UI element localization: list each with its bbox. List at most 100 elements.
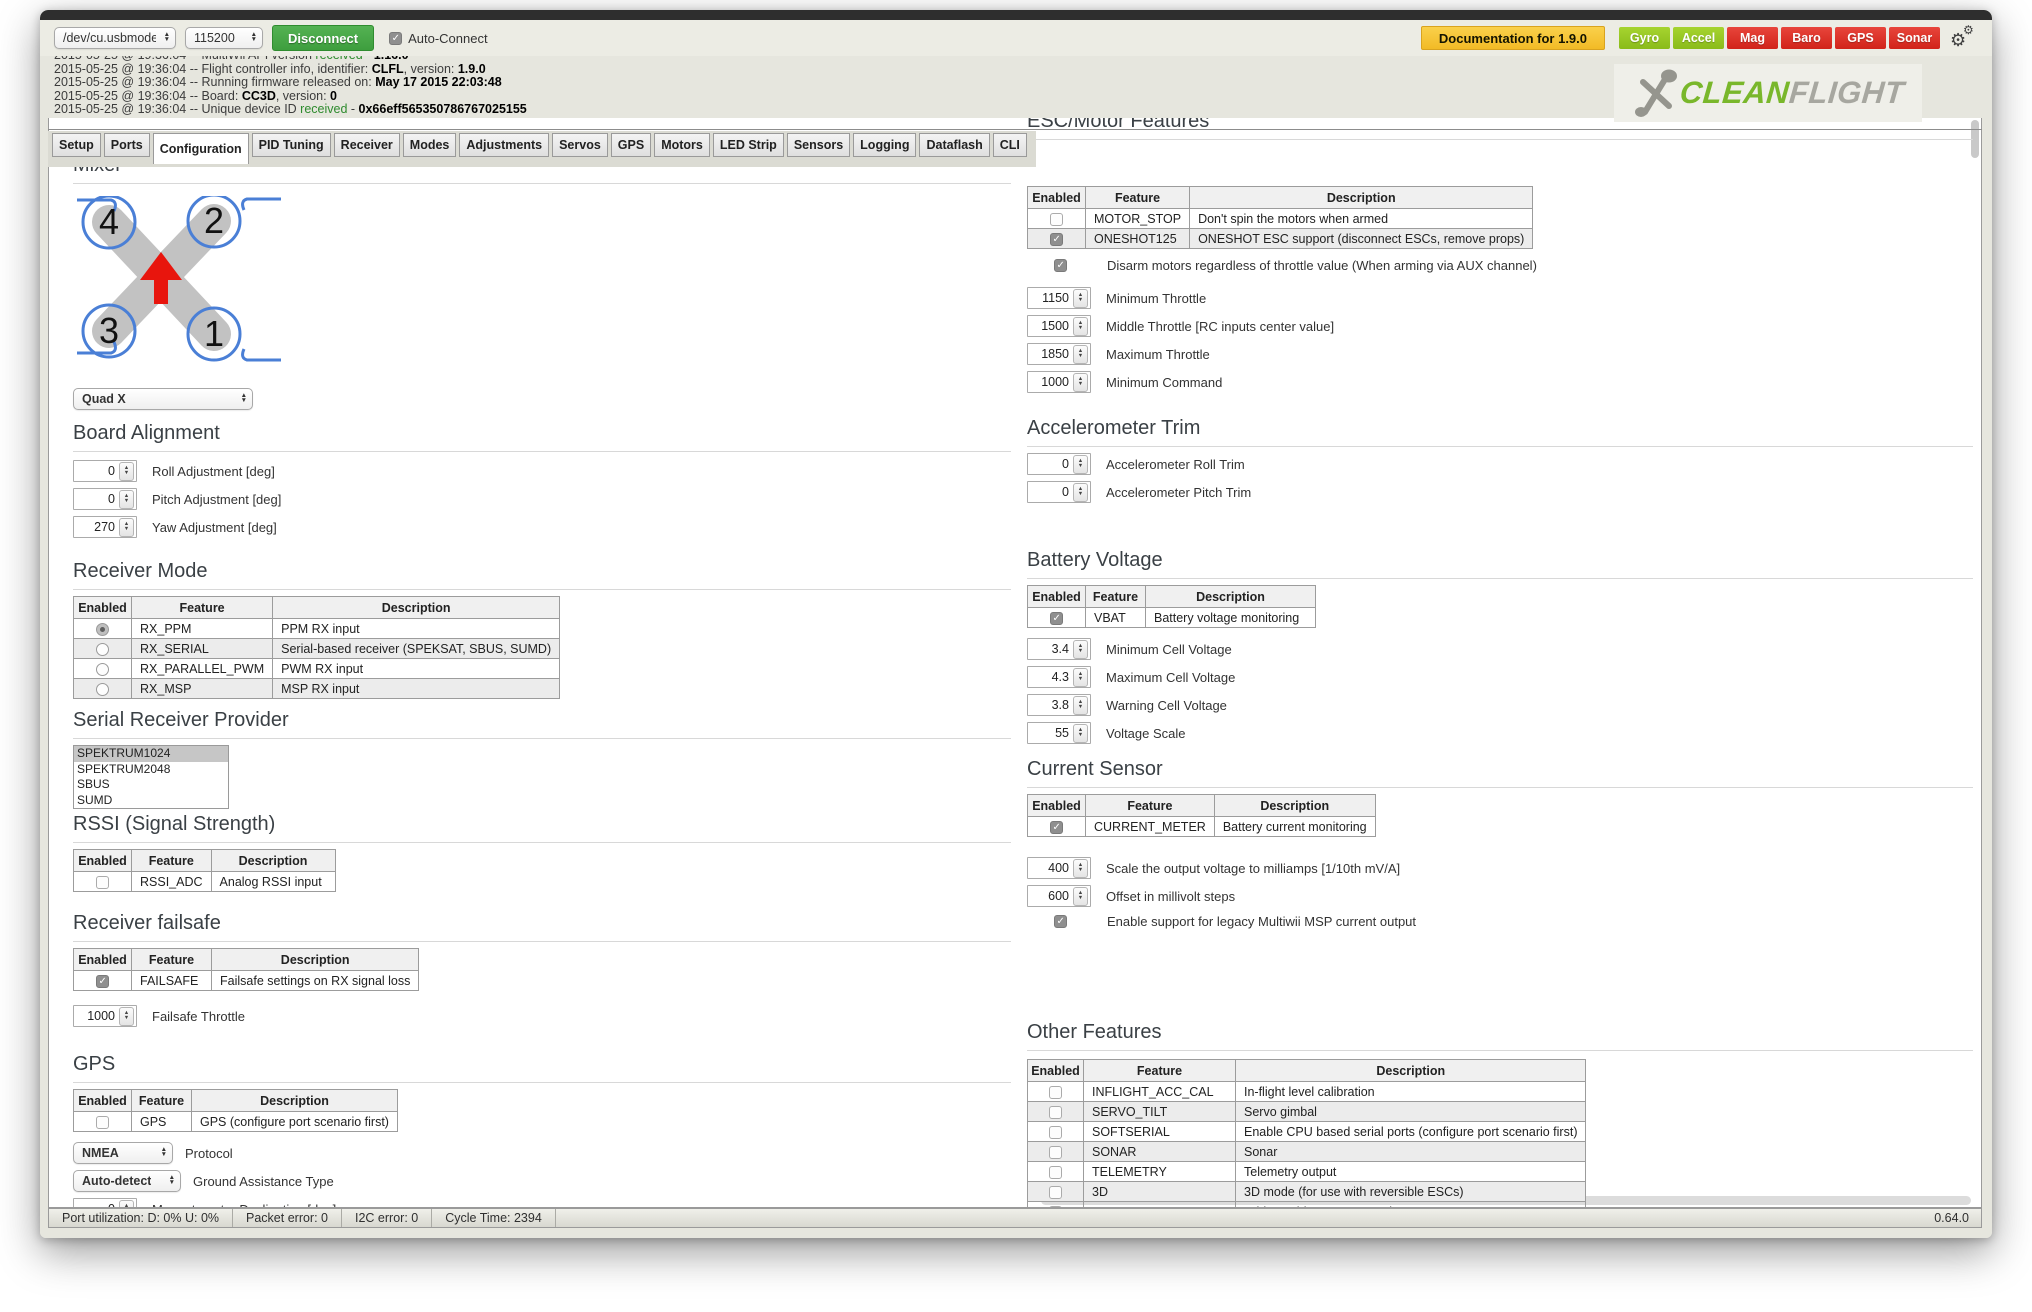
number-input[interactable]: 3.8▲▼: [1027, 694, 1091, 716]
stepper-control[interactable]: ▲▼: [1073, 859, 1088, 878]
listbox-option-sbus[interactable]: SBUS: [74, 777, 228, 793]
number-input[interactable]: 1150▲▼: [1027, 287, 1091, 309]
number-input[interactable]: 0▲▼: [1027, 481, 1091, 503]
checkbox-telemetry[interactable]: [1049, 1166, 1062, 1179]
checkbox-3d[interactable]: [1049, 1186, 1062, 1199]
stepper-control[interactable]: ▲▼: [1073, 724, 1088, 743]
tab-dataflash[interactable]: Dataflash: [919, 133, 989, 157]
number-input[interactable]: 55▲▼: [1027, 722, 1091, 744]
feature-cell: RX_MSP: [132, 679, 273, 699]
radio-rx_serial[interactable]: [96, 643, 109, 656]
tab-sensors[interactable]: Sensors: [787, 133, 850, 157]
number-value: 3.8: [1032, 698, 1073, 712]
number-input[interactable]: 0▲▼: [73, 460, 137, 482]
table-row: SERVO_TILTServo gimbal: [1028, 1102, 1586, 1122]
tab-adjustments[interactable]: Adjustments: [459, 133, 549, 157]
number-input[interactable]: 270▲▼: [73, 516, 137, 538]
description-cell: Analog RSSI input: [211, 872, 335, 892]
disarm-motors-checkbox[interactable]: [1054, 259, 1067, 272]
right-column: ESC/Motor Features EnabledFeatureDescrip…: [1027, 118, 1973, 1208]
gps-ground-assistance-select[interactable]: Auto-detect ▲▼: [73, 1170, 181, 1192]
tab-led-strip[interactable]: LED Strip: [713, 133, 784, 157]
stepper-control[interactable]: ▲▼: [1073, 887, 1088, 906]
number-input[interactable]: 4.3▲▼: [1027, 666, 1091, 688]
disconnect-button[interactable]: Disconnect: [272, 25, 374, 51]
number-input[interactable]: 0▲▼: [1027, 453, 1091, 475]
baud-rate-value: 115200: [194, 31, 235, 45]
checkbox-oneshot125[interactable]: [1050, 233, 1063, 246]
stepper-control[interactable]: ▲▼: [119, 1007, 134, 1026]
checkbox-gps[interactable]: [96, 1116, 109, 1129]
number-input[interactable]: 1000▲▼: [73, 1005, 137, 1027]
tab-ports[interactable]: Ports: [104, 133, 150, 157]
tab-motors[interactable]: Motors: [654, 133, 710, 157]
stepper-control[interactable]: ▲▼: [1073, 696, 1088, 715]
checkbox-softserial[interactable]: [1049, 1126, 1062, 1139]
number-input[interactable]: 1500▲▼: [1027, 315, 1091, 337]
settings-gear-icon[interactable]: ⚙⚙: [1950, 26, 1976, 50]
feature-cell: CURRENT_METER: [1086, 817, 1215, 837]
checkbox-current_meter[interactable]: [1050, 821, 1063, 834]
stepper-control[interactable]: ▲▼: [119, 462, 134, 481]
select-arrows-icon: ▲▼: [241, 394, 247, 403]
checkbox-failsafe[interactable]: [96, 975, 109, 988]
table-row: 3D3D mode (for use with reversible ESCs): [1028, 1182, 1586, 1202]
radio-rx_msp[interactable]: [96, 683, 109, 696]
checkbox-inflight_acc_cal[interactable]: [1049, 1086, 1062, 1099]
number-input[interactable]: 400▲▼: [1027, 857, 1091, 879]
listbox-option-spektrum1024[interactable]: SPEKTRUM1024: [74, 746, 228, 762]
legacy-msp-current-checkbox[interactable]: [1054, 915, 1067, 928]
field-label: Minimum Throttle: [1106, 291, 1206, 306]
radio-rx_ppm[interactable]: [96, 623, 109, 636]
stepper-control[interactable]: ▲▼: [1073, 317, 1088, 336]
feature-cell: FAILSAFE: [132, 971, 212, 991]
tab-modes[interactable]: Modes: [403, 133, 457, 157]
listbox-option-sumd[interactable]: SUMD: [74, 793, 228, 809]
number-value: 0: [78, 492, 119, 506]
radio-rx_parallel_pwm[interactable]: [96, 663, 109, 676]
checkbox-motor_stop[interactable]: [1050, 213, 1063, 226]
number-input[interactable]: 0▲▼: [73, 488, 137, 510]
listbox-option-spektrum2048[interactable]: SPEKTRUM2048: [74, 762, 228, 778]
stepper-control[interactable]: ▲▼: [1073, 345, 1088, 364]
number-input[interactable]: 1850▲▼: [1027, 343, 1091, 365]
serial-receiver-provider-listbox[interactable]: SPEKTRUM1024SPEKTRUM2048SBUSSUMD: [73, 745, 229, 809]
number-input[interactable]: 0▲▼: [73, 1198, 137, 1208]
checkbox-rssi_adc[interactable]: [96, 876, 109, 889]
tab-logging[interactable]: Logging: [853, 133, 916, 157]
serial-port-select[interactable]: /dev/cu.usbmoden ▲▼: [54, 27, 176, 49]
checkbox-servo_tilt[interactable]: [1049, 1106, 1062, 1119]
stepper-control[interactable]: ▲▼: [1073, 373, 1088, 392]
checkbox-vbat[interactable]: [1050, 612, 1063, 625]
gps-protocol-select[interactable]: NMEA ▲▼: [73, 1142, 173, 1164]
feature-cell: GPS: [132, 1112, 192, 1132]
documentation-button[interactable]: Documentation for 1.9.0: [1421, 26, 1605, 50]
stepper-control[interactable]: ▲▼: [119, 518, 134, 537]
number-value: 3.4: [1032, 642, 1073, 656]
tab-servos[interactable]: Servos: [552, 133, 608, 157]
stepper-control[interactable]: ▲▼: [1073, 668, 1088, 687]
tab-receiver[interactable]: Receiver: [334, 133, 400, 157]
tab-gps[interactable]: GPS: [611, 133, 651, 157]
number-input[interactable]: 3.4▲▼: [1027, 638, 1091, 660]
number-input[interactable]: 1000▲▼: [1027, 371, 1091, 393]
mixer-type-select[interactable]: Quad X ▲▼: [73, 388, 253, 410]
stepper-control[interactable]: ▲▼: [1073, 455, 1088, 474]
baud-rate-select[interactable]: 115200 ▲▼: [185, 27, 263, 49]
stepper-control[interactable]: ▲▼: [119, 490, 134, 509]
stepper-control[interactable]: ▲▼: [1073, 289, 1088, 308]
number-input[interactable]: 600▲▼: [1027, 885, 1091, 907]
column-header: Description: [1214, 795, 1375, 817]
tab-pid-tuning[interactable]: PID Tuning: [252, 133, 331, 157]
checkbox-sonar[interactable]: [1049, 1146, 1062, 1159]
tab-cli[interactable]: CLI: [993, 133, 1027, 157]
tab-configuration[interactable]: Configuration: [153, 133, 249, 164]
column-header: Feature: [1086, 586, 1146, 608]
stepper-control[interactable]: ▲▼: [1073, 640, 1088, 659]
auto-connect-checkbox[interactable]: [389, 32, 402, 45]
stepper-control[interactable]: ▲▼: [119, 1200, 134, 1209]
tab-setup[interactable]: Setup: [52, 133, 101, 157]
column-header: Description: [1146, 586, 1316, 608]
stepper-control[interactable]: ▲▼: [1073, 483, 1088, 502]
select-arrows-icon: ▲▼: [169, 1176, 175, 1185]
